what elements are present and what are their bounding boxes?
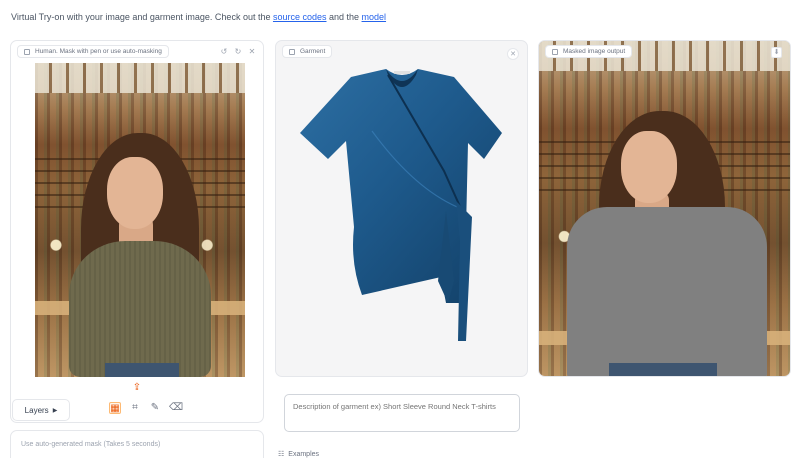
jeans [105,363,179,377]
grid-icon: ☷ [278,451,285,458]
masked-output-panel: Masked image output ⬇ [538,40,791,377]
layers-button[interactable]: Layers ▶ [12,399,70,421]
human-photo[interactable] [35,63,245,377]
redo-icon[interactable]: ↻ [233,47,243,57]
source-codes-link[interactable]: source codes [273,12,327,22]
intro-text-start: Virtual Try-on with your image and garme… [11,12,273,22]
garment-tshirt[interactable] [276,41,528,377]
intro-text-middle: and the [326,12,362,22]
output-panel-label: Masked image output [545,45,633,58]
garment-image: Garment ✕ [275,40,528,377]
caret-right-icon: ▶ [52,407,58,414]
gray-mask-area [567,207,767,376]
image-icon [24,48,30,55]
face [621,131,677,203]
sweater [69,241,211,377]
image-icon [552,48,558,55]
human-image-editor: Human. Mask with pen or use auto-masking… [10,40,264,423]
masked-photo [539,41,790,376]
model-link[interactable]: model [362,12,387,22]
garment-panel-label-text: Garment [300,48,326,55]
image-icon [289,48,295,55]
close-icon[interactable]: ✕ [507,48,519,60]
examples-label: Examples [288,450,320,458]
output-panel-label-text: Masked image output [563,48,626,55]
examples-header[interactable]: ☷ Examples [278,450,319,458]
face [107,157,163,229]
undo-icon[interactable]: ↺ [219,47,229,57]
eraser-icon[interactable]: ⌫ [169,402,183,414]
layers-label: Layers [24,405,49,415]
brush-icon[interactable]: ▦ [109,402,121,414]
library-windows [35,63,245,93]
editor-toolbar: ▦ ⌗ ✎ ⌫ [109,402,183,414]
human-panel-label: Human. Mask with pen or use auto-masking [17,45,169,58]
human-panel-label-text: Human. Mask with pen or use auto-masking [35,48,162,55]
close-icon[interactable]: ✕ [247,47,257,57]
crop-icon[interactable]: ⌗ [129,402,141,414]
auto-mask-checkbox-row[interactable]: Use auto-generated mask (Takes 5 seconds… [10,430,264,458]
jeans [609,363,717,376]
garment-panel-label: Garment [282,45,333,58]
download-icon[interactable]: ⬇ [771,47,782,58]
upload-icon[interactable]: ⇪ [131,382,143,394]
intro-text: Virtual Try-on with your image and garme… [11,12,386,22]
garment-description-input[interactable] [284,394,520,432]
pen-icon[interactable]: ✎ [149,402,161,414]
auto-mask-label: Use auto-generated mask (Takes 5 seconds… [21,441,161,448]
